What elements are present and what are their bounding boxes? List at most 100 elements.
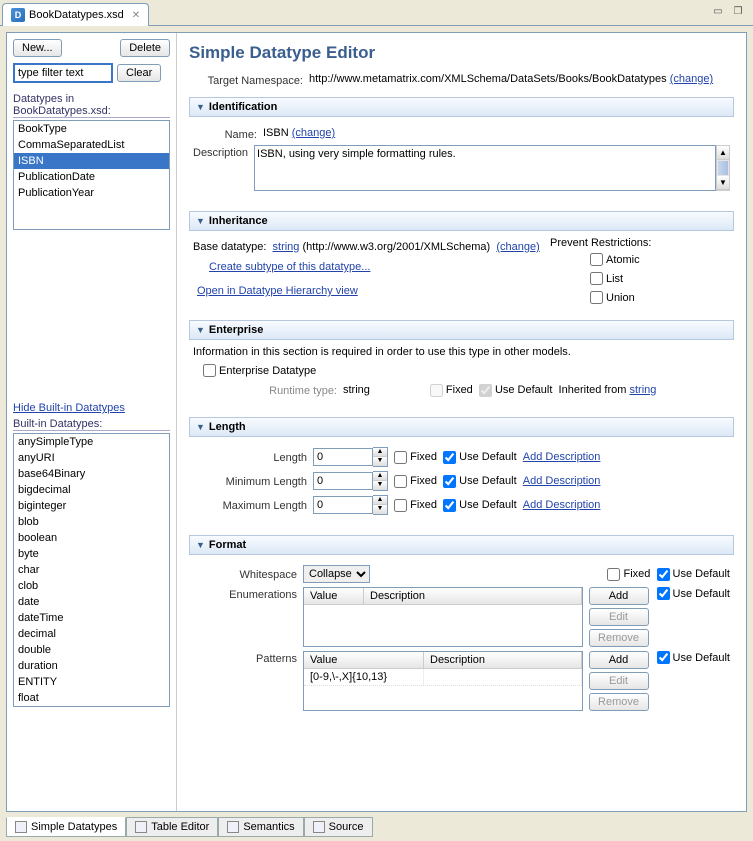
builtin-list[interactable]: anySimpleTypeanyURIbase64Binarybigdecima… bbox=[13, 433, 170, 707]
name-change-link[interactable]: (change) bbox=[292, 127, 335, 139]
list-item[interactable]: ISBN bbox=[14, 153, 169, 169]
bottom-tab[interactable]: Source bbox=[304, 817, 373, 837]
list-item[interactable]: byte bbox=[14, 546, 169, 562]
open-hierarchy-link[interactable]: Open in Datatype Hierarchy view bbox=[197, 285, 358, 297]
scroll-up-icon[interactable]: ▲ bbox=[717, 146, 729, 160]
base-label: Base datatype: bbox=[193, 241, 266, 253]
pattern-label: Patterns bbox=[193, 651, 303, 665]
base-change-link[interactable]: (change) bbox=[496, 241, 539, 253]
min-length-input[interactable] bbox=[313, 472, 373, 490]
base-ns: (http://www.w3.org/2001/XMLSchema) bbox=[302, 241, 490, 253]
desc-scrollbar[interactable]: ▲ ▼ bbox=[716, 145, 730, 191]
ws-default-checkbox[interactable] bbox=[657, 568, 670, 581]
length-header[interactable]: ▼Length bbox=[189, 417, 734, 437]
datatypes-list[interactable]: BookTypeCommaSeparatedListISBNPublicatio… bbox=[13, 120, 170, 230]
atomic-checkbox[interactable] bbox=[590, 253, 603, 266]
list-item[interactable]: char bbox=[14, 562, 169, 578]
name-value: ISBN bbox=[263, 127, 289, 139]
enum-add-button[interactable]: Add bbox=[589, 587, 649, 605]
close-tab-icon[interactable]: ✕ bbox=[132, 10, 140, 21]
spin-up-icon[interactable]: ▲ bbox=[373, 448, 387, 457]
hide-builtin-link[interactable]: Hide Built-in Datatypes bbox=[13, 402, 125, 414]
bottom-tab[interactable]: Table Editor bbox=[126, 817, 218, 837]
length-add-desc-link[interactable]: Add Description bbox=[523, 451, 601, 463]
list-item[interactable]: duration bbox=[14, 658, 169, 674]
list-item[interactable]: blob bbox=[14, 514, 169, 530]
list-item[interactable]: base64Binary bbox=[14, 466, 169, 482]
clear-button[interactable]: Clear bbox=[117, 64, 161, 82]
pattern-default-checkbox[interactable] bbox=[657, 651, 670, 664]
list-checkbox[interactable] bbox=[590, 272, 603, 285]
max-length-label: Maximum Length bbox=[193, 498, 313, 512]
max-length-add-desc-link[interactable]: Add Description bbox=[523, 499, 601, 511]
length-fixed-checkbox[interactable] bbox=[394, 451, 407, 464]
filter-input[interactable] bbox=[13, 63, 113, 83]
min-length-add-desc-link[interactable]: Add Description bbox=[523, 475, 601, 487]
list-item[interactable]: float bbox=[14, 690, 169, 706]
whitespace-select[interactable]: Collapse bbox=[303, 565, 370, 583]
tab-icon bbox=[227, 821, 239, 833]
spin-down-icon[interactable]: ▼ bbox=[373, 505, 387, 514]
maximize-icon[interactable]: ❐ bbox=[731, 4, 745, 18]
desc-textarea[interactable]: ISBN, using very simple formatting rules… bbox=[254, 145, 716, 191]
list-item[interactable]: decimal bbox=[14, 626, 169, 642]
min-length-default-checkbox[interactable] bbox=[443, 475, 456, 488]
list-item[interactable]: CommaSeparatedList bbox=[14, 137, 169, 153]
enum-edit-button: Edit bbox=[589, 608, 649, 626]
length-input[interactable] bbox=[313, 448, 373, 466]
length-default-checkbox[interactable] bbox=[443, 451, 456, 464]
list-item[interactable]: biginteger bbox=[14, 498, 169, 514]
file-tab[interactable]: D BookDatatypes.xsd ✕ bbox=[2, 3, 149, 26]
spin-down-icon[interactable]: ▼ bbox=[373, 457, 387, 466]
list-item[interactable]: boolean bbox=[14, 530, 169, 546]
list-item[interactable]: clob bbox=[14, 578, 169, 594]
scroll-down-icon[interactable]: ▼ bbox=[717, 176, 729, 190]
union-checkbox[interactable] bbox=[590, 291, 603, 304]
inheritance-header[interactable]: ▼Inheritance bbox=[189, 211, 734, 231]
list-item[interactable]: anyURI bbox=[14, 450, 169, 466]
list-item[interactable]: PublicationDate bbox=[14, 169, 169, 185]
editor-tabbar: D BookDatatypes.xsd ✕ ▭ ❐ bbox=[0, 0, 753, 26]
tab-icon bbox=[135, 821, 147, 833]
pattern-cell[interactable]: [0-9,\-,X]{10,13} bbox=[304, 669, 424, 685]
max-length-default-checkbox[interactable] bbox=[443, 499, 456, 512]
inherited-link[interactable]: string bbox=[629, 384, 656, 396]
list-item[interactable]: dateTime bbox=[14, 610, 169, 626]
list-item[interactable]: PublicationYear bbox=[14, 185, 169, 201]
runtime-label: Runtime type: bbox=[193, 383, 343, 397]
list-item[interactable]: double bbox=[14, 642, 169, 658]
list-item[interactable]: anySimpleType bbox=[14, 434, 169, 450]
enterprise-header[interactable]: ▼Enterprise bbox=[189, 320, 734, 340]
max-length-fixed-checkbox[interactable] bbox=[394, 499, 407, 512]
min-length-fixed-checkbox[interactable] bbox=[394, 475, 407, 488]
pattern-add-button[interactable]: Add bbox=[589, 651, 649, 669]
bottom-tab[interactable]: Semantics bbox=[218, 817, 303, 837]
spin-up-icon[interactable]: ▲ bbox=[373, 472, 387, 481]
pattern-grid[interactable]: ValueDescription [0-9,\-,X]{10,13} bbox=[303, 651, 583, 711]
list-item[interactable]: date bbox=[14, 594, 169, 610]
spin-up-icon[interactable]: ▲ bbox=[373, 496, 387, 505]
list-item[interactable]: bigdecimal bbox=[14, 482, 169, 498]
ws-fixed-checkbox[interactable] bbox=[607, 568, 620, 581]
pattern-edit-button: Edit bbox=[589, 672, 649, 690]
max-length-input[interactable] bbox=[313, 496, 373, 514]
enum-grid[interactable]: ValueDescription bbox=[303, 587, 583, 647]
base-link[interactable]: string bbox=[273, 241, 300, 253]
create-subtype-link[interactable]: Create subtype of this datatype... bbox=[209, 261, 370, 273]
enterprise-checkbox[interactable] bbox=[203, 364, 216, 377]
twistie-icon: ▼ bbox=[196, 540, 205, 550]
spin-down-icon[interactable]: ▼ bbox=[373, 481, 387, 490]
bottom-tab[interactable]: Simple Datatypes bbox=[6, 817, 126, 837]
list-item[interactable]: BookType bbox=[14, 121, 169, 137]
minimize-icon[interactable]: ▭ bbox=[711, 4, 725, 18]
new-button[interactable]: New... bbox=[13, 39, 62, 57]
tab-title: BookDatatypes.xsd bbox=[29, 9, 124, 21]
twistie-icon: ▼ bbox=[196, 102, 205, 112]
identification-header[interactable]: ▼Identification bbox=[189, 97, 734, 117]
list-item[interactable]: ENTITY bbox=[14, 674, 169, 690]
format-header[interactable]: ▼Format bbox=[189, 535, 734, 555]
twistie-icon: ▼ bbox=[196, 325, 205, 335]
delete-button[interactable]: Delete bbox=[120, 39, 170, 57]
enum-default-checkbox[interactable] bbox=[657, 587, 670, 600]
ns-change-link[interactable]: (change) bbox=[670, 73, 713, 85]
